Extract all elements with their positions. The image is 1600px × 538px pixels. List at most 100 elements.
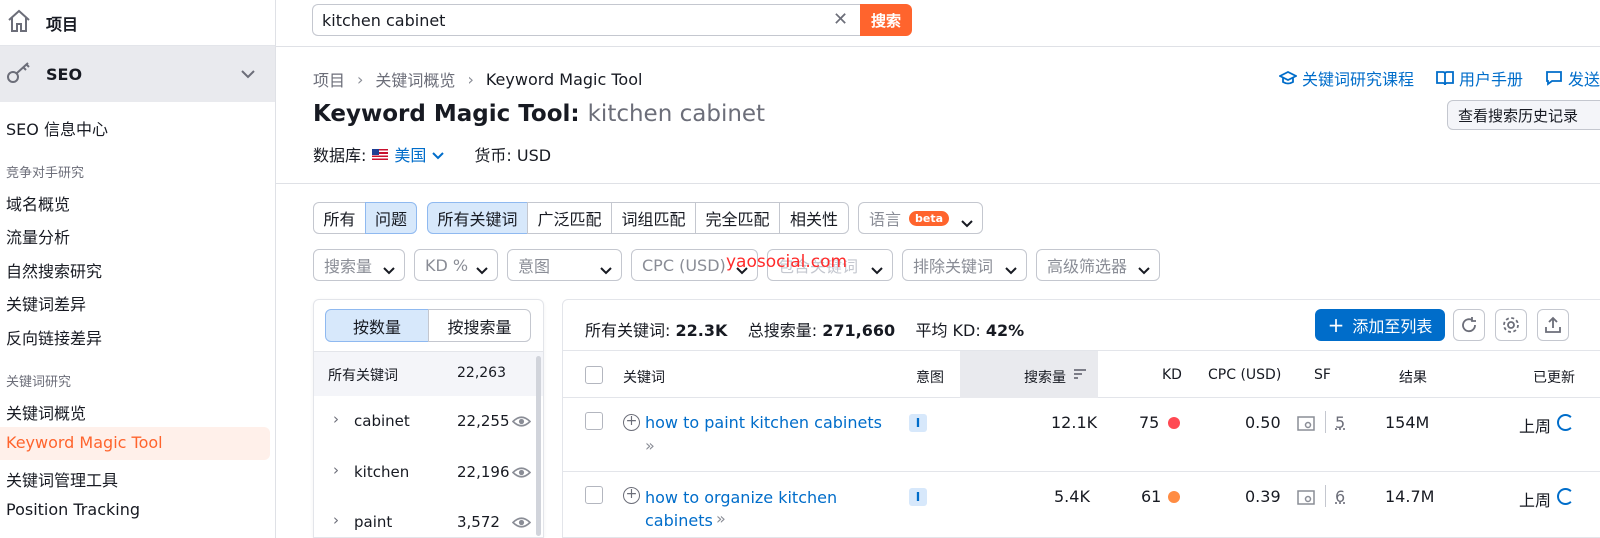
sidebar-item-keyword-magic-tool[interactable]: Keyword Magic Tool xyxy=(6,433,163,452)
cpc-filter-label: CPC (USD) xyxy=(642,255,726,275)
column-results[interactable]: 结果 xyxy=(1399,367,1427,387)
chevron-down-icon xyxy=(600,260,612,279)
group-name: cabinet xyxy=(354,412,410,430)
column-kd[interactable]: KD xyxy=(1162,367,1182,383)
sidebar-project[interactable]: 项目 xyxy=(0,0,275,46)
column-updated[interactable]: 已更新 xyxy=(1533,367,1575,387)
group-row[interactable]: › kitchen 22,196 xyxy=(314,461,543,513)
database-country-select[interactable]: 美国 xyxy=(394,142,426,166)
sidebar-item-traffic-analytics[interactable]: 流量分析 xyxy=(6,224,70,248)
breadcrumb-projects[interactable]: 项目 xyxy=(313,67,345,91)
keyword-link[interactable]: how to paint kitchen cabinets xyxy=(645,411,882,434)
sf-count[interactable]: 5 xyxy=(1335,413,1345,432)
sort-by-volume-button[interactable]: 按搜索量 xyxy=(428,309,531,342)
intent-filter[interactable]: 意图 xyxy=(507,249,622,281)
volume-cell: 12.1K xyxy=(1051,413,1098,432)
refresh-row-icon[interactable] xyxy=(1557,414,1574,431)
sidebar-item-keyword-manager[interactable]: 关键词管理工具 xyxy=(6,467,118,491)
sidebar-section-competitor: 竞争对手研究 xyxy=(6,166,85,181)
sidebar-seo-group[interactable]: SEO xyxy=(0,46,275,102)
column-volume[interactable]: 搜索量 xyxy=(1024,367,1066,387)
sidebar-section-keyword-research: 关键词研究 xyxy=(6,375,72,390)
language-label: 语言 xyxy=(869,210,902,229)
kd-filter[interactable]: KD % xyxy=(414,249,498,281)
refresh-button[interactable] xyxy=(1453,309,1485,341)
group-count: 22,196 xyxy=(457,463,510,481)
sf-count[interactable]: 6 xyxy=(1335,487,1345,506)
add-keyword-icon[interactable]: + xyxy=(623,487,640,504)
tab-related[interactable]: 相关性 xyxy=(779,202,849,234)
eye-icon[interactable] xyxy=(511,465,532,483)
advanced-filters[interactable]: 高级筛选器 xyxy=(1036,249,1160,281)
breadcrumb-keyword-overview[interactable]: 关键词概览 xyxy=(375,67,455,91)
groups-header-label: 所有关键词 xyxy=(328,368,398,384)
search-history-button[interactable]: 查看搜索历史记录 xyxy=(1447,100,1600,130)
row-checkbox[interactable] xyxy=(585,412,603,430)
group-row[interactable]: › paint 3,572 xyxy=(314,511,543,538)
column-intent[interactable]: 意图 xyxy=(916,367,944,387)
sidebar-item-organic-research[interactable]: 自然搜索研究 xyxy=(6,258,102,282)
tab-questions[interactable]: 问题 xyxy=(365,202,417,234)
chevron-right-icon[interactable]: › xyxy=(333,461,339,479)
column-cpc[interactable]: CPC (USD) xyxy=(1208,367,1281,383)
chevron-right-icon: › xyxy=(357,69,364,89)
row-checkbox[interactable] xyxy=(585,486,603,504)
add-to-list-button[interactable]: + 添加至列表 xyxy=(1315,309,1445,341)
group-count: 22,255 xyxy=(457,412,510,430)
watermark: yaosocial.com xyxy=(726,252,848,272)
tab-all-keywords[interactable]: 所有关键词 xyxy=(427,202,528,234)
groups-scrollbar[interactable] xyxy=(536,356,541,536)
keyword-groups-panel: 按数量 按搜索量 所有关键词 22,263 › cabinet 22,255 ›… xyxy=(313,299,544,538)
sidebar-seo-label: SEO xyxy=(46,64,83,84)
sidebar-item-seo-dashboard[interactable]: SEO 信息中心 xyxy=(6,116,108,140)
serp-feature-icon[interactable] xyxy=(1297,490,1315,509)
double-chevron-right-icon[interactable]: » xyxy=(716,509,726,528)
close-icon[interactable]: ✕ xyxy=(833,9,848,30)
tab-all[interactable]: 所有 xyxy=(313,202,366,234)
chevron-right-icon[interactable]: › xyxy=(333,410,339,428)
sidebar-item-keyword-gap[interactable]: 关键词差异 xyxy=(6,291,86,315)
refresh-row-icon[interactable] xyxy=(1557,488,1574,505)
sidebar-item-domain-overview[interactable]: 域名概览 xyxy=(6,191,70,215)
serp-feature-icon[interactable] xyxy=(1297,416,1315,435)
sidebar-item-keyword-overview[interactable]: 关键词概览 xyxy=(6,400,86,424)
settings-button[interactable] xyxy=(1495,309,1527,341)
double-chevron-right-icon[interactable]: » xyxy=(645,436,655,455)
sort-descending-icon[interactable] xyxy=(1073,368,1087,384)
tab-broad-match[interactable]: 广泛匹配 xyxy=(527,202,612,234)
volume-filter[interactable]: 搜索量 xyxy=(313,249,405,281)
column-sf[interactable]: SF xyxy=(1314,367,1331,383)
sidebar-item-position-tracking[interactable]: Position Tracking xyxy=(6,500,140,519)
tab-phrase-match[interactable]: 词组匹配 xyxy=(611,202,696,234)
tab-exact-match[interactable]: 完全匹配 xyxy=(695,202,780,234)
chevron-right-icon[interactable]: › xyxy=(333,511,339,529)
manual-link[interactable]: 用户手册 xyxy=(1436,66,1523,90)
sf-divider xyxy=(1325,485,1326,507)
breadcrumb-current: Keyword Magic Tool xyxy=(485,69,643,89)
eye-icon[interactable] xyxy=(511,515,532,533)
eye-icon[interactable] xyxy=(511,414,532,432)
average-kd-label: 平均 KD: xyxy=(915,321,981,340)
exclude-keywords-filter[interactable]: 排除关键词 xyxy=(902,249,1027,281)
currency-label: 货币: USD xyxy=(474,146,552,165)
column-keyword[interactable]: 关键词 xyxy=(623,367,665,387)
group-row[interactable]: › cabinet 22,255 xyxy=(314,410,543,462)
sort-by-count-button[interactable]: 按数量 xyxy=(325,309,429,342)
chevron-down-icon xyxy=(871,260,883,279)
keyword-link-continuation[interactable]: cabinets xyxy=(645,509,713,532)
export-button[interactable] xyxy=(1537,309,1569,341)
search-input[interactable]: kitchen cabinet xyxy=(312,4,860,36)
feedback-link[interactable]: 发送 xyxy=(1545,66,1600,90)
course-link[interactable]: 关键词研究课程 xyxy=(1278,66,1414,90)
keyword-link[interactable]: how to organize kitchen xyxy=(645,486,837,509)
groups-header-row[interactable]: 所有关键词 22,263 xyxy=(314,351,543,396)
select-all-checkbox[interactable] xyxy=(585,366,603,384)
language-select[interactable]: 语言 beta xyxy=(858,202,983,234)
add-keyword-icon[interactable]: + xyxy=(623,414,640,431)
search-button[interactable]: 搜索 xyxy=(860,4,912,36)
chevron-down-icon xyxy=(961,213,973,232)
sidebar-item-backlink-gap[interactable]: 反向链接差异 xyxy=(6,325,102,349)
plus-icon: + xyxy=(1327,313,1345,337)
chevron-down-icon xyxy=(241,64,255,83)
chevron-down-icon[interactable] xyxy=(432,145,445,164)
